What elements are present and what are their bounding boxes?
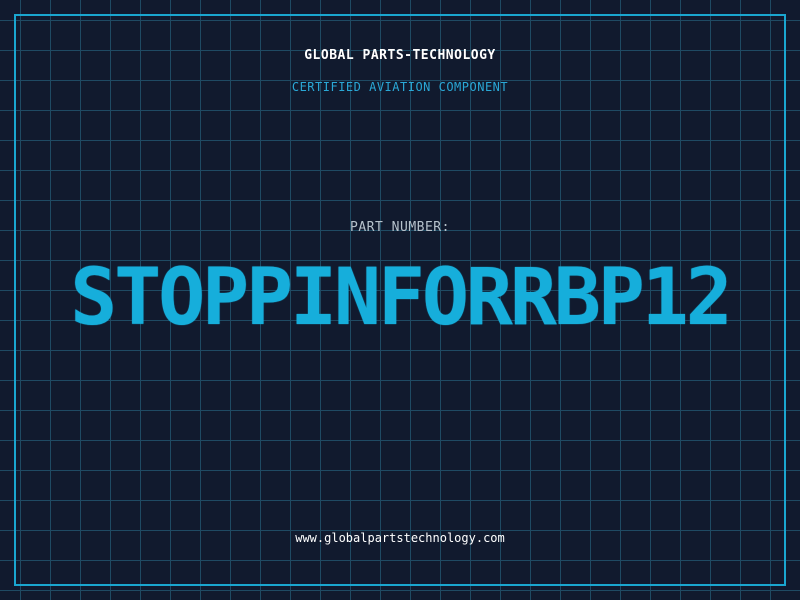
certification-text: CERTIFIED AVIATION COMPONENT <box>291 80 509 94</box>
website-link[interactable]: www.globalpartstechnology.com <box>0 531 800 545</box>
part-number-label: PART NUMBER: <box>350 220 450 235</box>
part-number-value: STOPPINFORRBP12 <box>70 253 732 343</box>
company-name: GLOBAL PARTS-TECHNOLOGY <box>304 48 496 63</box>
